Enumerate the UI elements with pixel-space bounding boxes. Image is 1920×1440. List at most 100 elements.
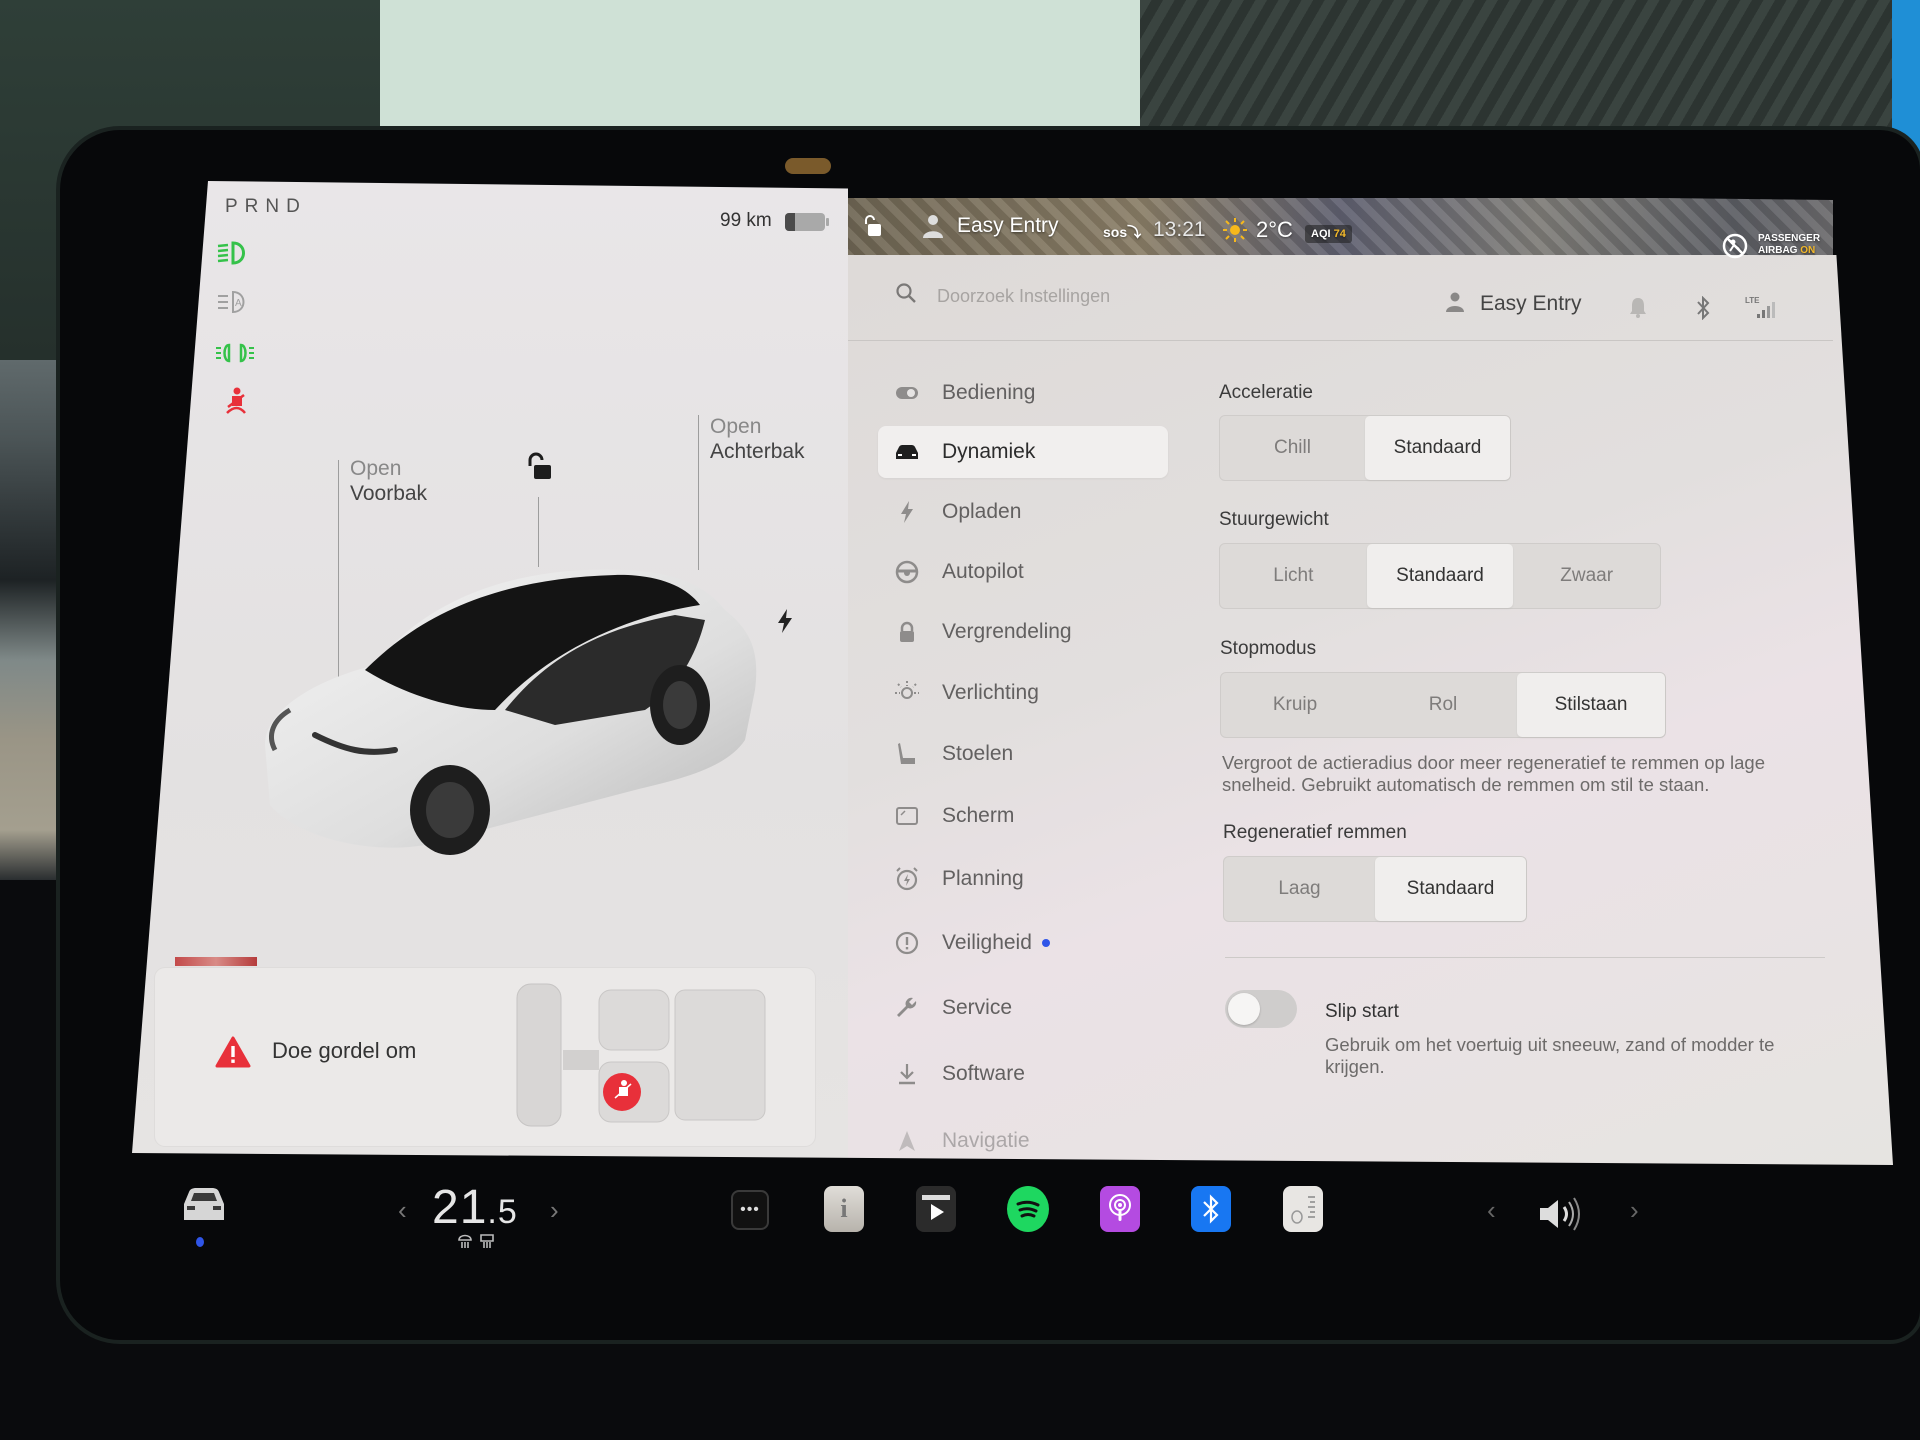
stuurgewicht-option[interactable]: Zwaar: [1513, 544, 1660, 608]
temp-decimal: .5: [487, 1193, 518, 1231]
trunk-label: Achterbak: [710, 440, 805, 463]
stopmodus-option[interactable]: Rol: [1369, 673, 1517, 737]
volume-prev-button[interactable]: ‹: [1487, 1195, 1496, 1226]
regeneratief-option[interactable]: Laag: [1224, 857, 1375, 921]
stuurgewicht-option[interactable]: Licht: [1220, 544, 1367, 608]
acceleratie-option[interactable]: Chill: [1220, 416, 1365, 480]
nav-item-software[interactable]: Software: [878, 1048, 1168, 1100]
car-status-dot: [196, 1237, 204, 1247]
airbag-state: ON: [1800, 245, 1816, 256]
battery-cap: [826, 218, 829, 226]
nav-item-autopilot[interactable]: Autopilot: [878, 546, 1168, 598]
open-trunk-button[interactable]: Open Achterbak: [710, 414, 805, 464]
spotify-glyph: [1016, 1200, 1040, 1218]
header-divider: [848, 340, 1833, 341]
driver-profile-icon[interactable]: [922, 213, 944, 239]
nav-item-opladen[interactable]: Opladen: [878, 486, 1168, 538]
info-glyph: i: [840, 1194, 848, 1223]
charge-port-icon[interactable]: [775, 608, 795, 634]
clock: 13:21: [1153, 218, 1206, 241]
nav-item-dynamiek[interactable]: Dynamiek: [878, 426, 1168, 478]
stuurgewicht-title: Stuurgewicht: [1219, 509, 1329, 530]
video-icon[interactable]: [916, 1186, 956, 1232]
battery-icon[interactable]: [785, 213, 825, 231]
nav-item-bediening[interactable]: Bediening: [878, 367, 1168, 419]
volume-icon[interactable]: [1538, 1195, 1584, 1233]
nav-label: Dynamiek: [942, 440, 1036, 463]
temp-increase-button[interactable]: ›: [550, 1195, 559, 1226]
nav-label: Software: [942, 1062, 1025, 1085]
nav-item-verlichting[interactable]: Verlichting: [878, 667, 1168, 719]
stopmodus-option-selected[interactable]: Stilstaan: [1517, 673, 1665, 737]
nav-label: Veiligheid: [942, 931, 1032, 954]
slip-start-toggle[interactable]: [1225, 990, 1297, 1028]
nav-label: Navigatie: [942, 1129, 1030, 1152]
open-frunk-button[interactable]: Open Voorbak: [350, 456, 427, 506]
settings-profile-name[interactable]: Easy Entry: [1480, 292, 1582, 316]
play-glyph: [922, 1195, 950, 1220]
nav-label: Autopilot: [942, 560, 1024, 583]
nav-item-vergrendeling[interactable]: Vergrendeling: [878, 606, 1168, 658]
navigation-icon: [894, 1128, 920, 1154]
cabin-temperature[interactable]: 21.5: [432, 1180, 518, 1235]
bluetooth-glyph: [1203, 1194, 1219, 1224]
notification-dot: [1041, 939, 1050, 947]
manual-icon[interactable]: i: [824, 1186, 864, 1232]
settings-search-input[interactable]: [935, 280, 1319, 312]
svg-text:A: A: [235, 298, 242, 309]
outside-temperature: 2°C: [1256, 217, 1293, 242]
nav-label: Planning: [942, 867, 1024, 890]
parking-lights-icon: [215, 338, 255, 368]
nav-item-scherm[interactable]: Scherm: [878, 790, 1168, 842]
sos-call-icon: ⤵: [1127, 224, 1142, 240]
aqi-value: 74: [1333, 228, 1346, 240]
driver-profile-name[interactable]: Easy Entry: [957, 214, 1059, 238]
sos-indicator[interactable]: SOS⤵: [1103, 222, 1141, 242]
temp-decrease-button[interactable]: ‹: [398, 1195, 407, 1226]
alert-decoration: [175, 957, 257, 966]
auto-high-beam-icon: A: [215, 287, 255, 317]
air-quality-badge[interactable]: AQI 74: [1305, 225, 1352, 243]
nav-label: Stoelen: [942, 742, 1014, 765]
seatbelt-warning-icon: [215, 387, 255, 417]
bluetooth-icon[interactable]: [1694, 296, 1712, 320]
lock-icon: [894, 619, 920, 645]
aqi-label: AQI: [1311, 228, 1331, 240]
lock-status-icon[interactable]: [862, 214, 882, 238]
stuurgewicht-selector: Licht Standaard Zwaar: [1219, 543, 1661, 609]
range-readout[interactable]: 99 km: [720, 210, 772, 232]
gear-indicator: PRND: [225, 196, 307, 217]
volume-next-button[interactable]: ›: [1630, 1195, 1639, 1226]
profile-icon[interactable]: [1445, 291, 1465, 313]
acceleratie-option-selected[interactable]: Standaard: [1365, 416, 1510, 480]
unlocked-icon[interactable]: [525, 452, 553, 482]
battery-level: [785, 213, 795, 231]
alarm-clock-icon: [894, 866, 920, 892]
nav-label: Bediening: [942, 381, 1036, 404]
temp-integer: 21: [432, 1181, 488, 1234]
notification-bell-icon[interactable]: [1628, 296, 1648, 318]
stopmodus-option[interactable]: Kruip: [1221, 673, 1369, 737]
nav-item-service[interactable]: Service: [878, 982, 1168, 1034]
lte-signal-icon: LTE: [1745, 296, 1781, 320]
more-apps-icon[interactable]: •••: [731, 1190, 769, 1230]
lock-callout-line: [538, 497, 539, 567]
airbag-line2: AIRBAG: [1758, 245, 1798, 256]
airbag-icon: [1722, 233, 1748, 259]
spotify-icon[interactable]: [1007, 1186, 1049, 1232]
podcasts-icon[interactable]: [1100, 1186, 1140, 1232]
defrost-icons[interactable]: [456, 1232, 500, 1250]
nav-item-veiligheid[interactable]: Veiligheid: [878, 917, 1168, 969]
light-icon: [894, 680, 920, 706]
stuurgewicht-option-selected[interactable]: Standaard: [1366, 544, 1514, 608]
bluetooth-app-icon[interactable]: [1191, 1186, 1231, 1232]
nav-item-planning[interactable]: Planning: [878, 853, 1168, 905]
car-illustration: [265, 569, 757, 855]
car-controls-icon[interactable]: [180, 1186, 228, 1224]
regeneratief-option-selected[interactable]: Standaard: [1375, 857, 1526, 921]
dashcam-icon[interactable]: [1283, 1186, 1323, 1232]
frunk-label: Voorbak: [350, 482, 428, 505]
display-icon: [894, 803, 920, 829]
nav-item-stoelen[interactable]: Stoelen: [878, 728, 1168, 780]
regeneratief-selector: Laag Standaard: [1223, 856, 1527, 922]
